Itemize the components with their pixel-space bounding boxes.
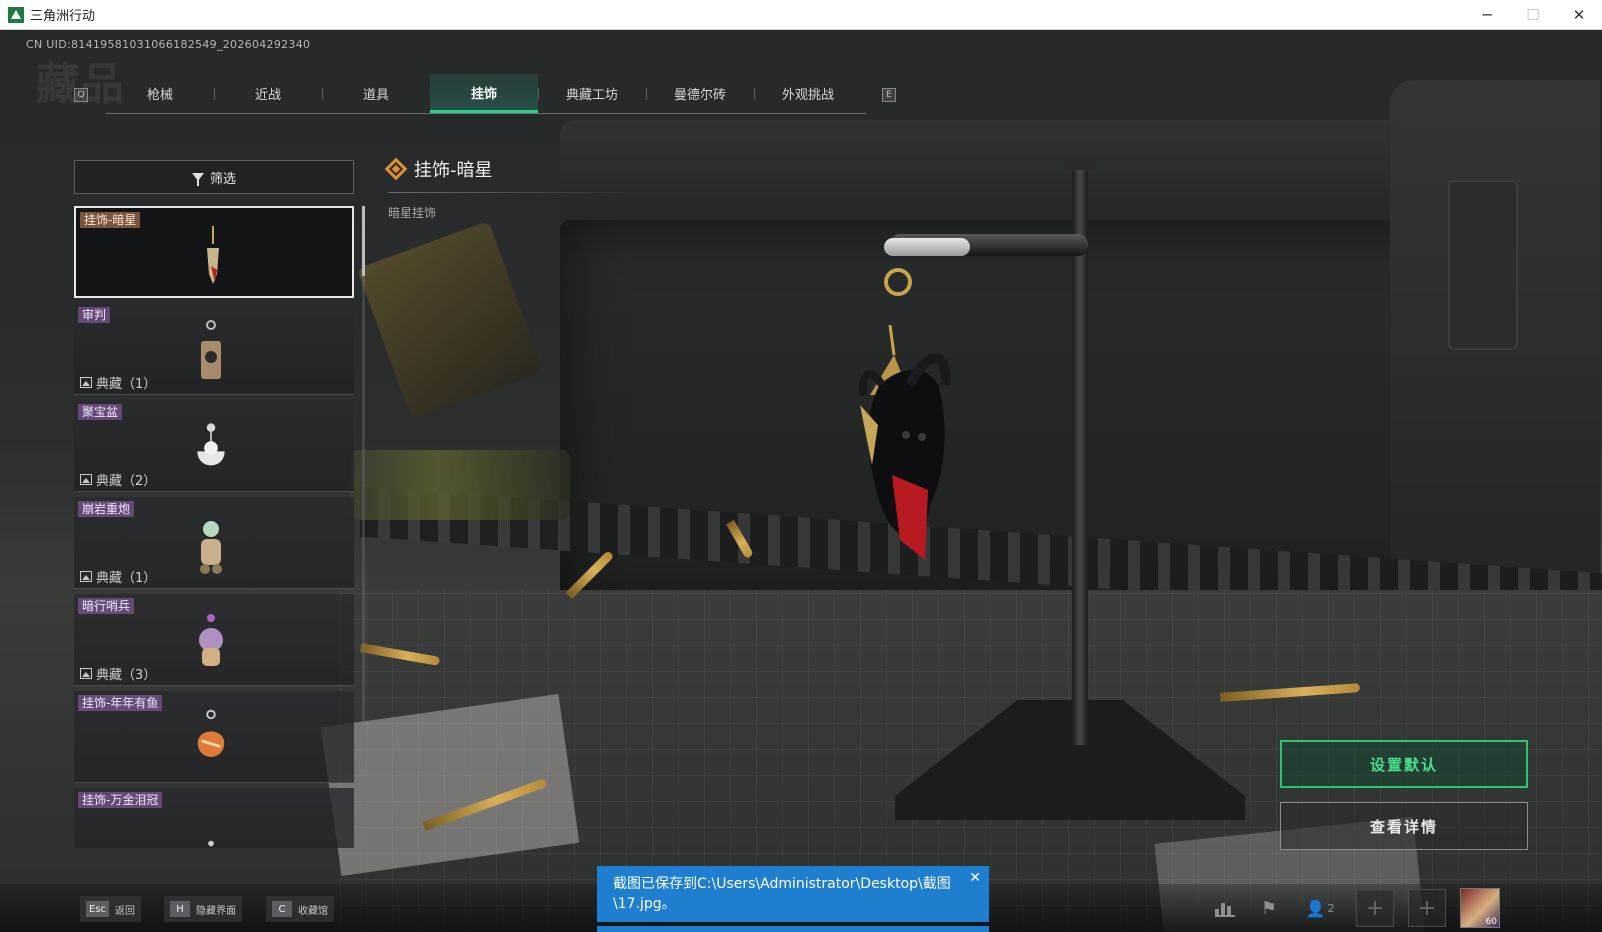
bottom-right-toolbar: ⚑ 👤 2 + + 60 <box>1210 888 1500 928</box>
add-teammate-slot[interactable]: + <box>1408 889 1446 927</box>
prev-tab-key-hint[interactable]: Q <box>74 88 88 102</box>
view-details-button[interactable]: 查看详情 <box>1280 802 1528 850</box>
hint-hide-ui[interactable]: H 隐藏界面 <box>164 896 242 922</box>
item-count: 典藏（3） <box>80 664 156 683</box>
toast-message: 截图已保存到C:\Users\Administrator\Desktop\截图\… <box>613 876 951 912</box>
list-item[interactable]: 审判 典藏（1） <box>74 303 354 395</box>
list-item[interactable]: 暗行哨兵 典藏（3） <box>74 594 354 686</box>
key-c: C <box>272 901 292 917</box>
list-item[interactable]: 挂饰-暗星 <box>74 206 354 298</box>
stand-arm-tip <box>884 238 970 256</box>
filter-label: 筛选 <box>209 171 236 187</box>
collection-image-icon <box>80 474 92 485</box>
charm-thumbnail-icon <box>196 224 230 288</box>
item-count: 典藏（1） <box>80 567 156 586</box>
hint-collection-hall[interactable]: C 收藏馆 <box>266 896 334 922</box>
item-name: 崩岩重炮 <box>78 501 135 517</box>
item-name: 暗行哨兵 <box>78 598 135 614</box>
item-name: 审判 <box>78 307 111 323</box>
app-logo-icon <box>8 6 24 23</box>
item-count: 典藏（2） <box>80 470 156 489</box>
list-scrollbar-thumb[interactable] <box>362 206 365 276</box>
charm-thumbnail-icon <box>194 416 228 480</box>
toast-close-icon[interactable]: ✕ <box>969 868 981 888</box>
charm-thumbnail-icon <box>194 804 228 848</box>
detail-title: 挂饰-暗星 <box>414 160 493 181</box>
item-name: 挂饰-万金泪冠 <box>78 792 163 808</box>
rarity-diamond-icon <box>384 157 408 181</box>
list-item[interactable]: 挂饰-年年有鱼 <box>74 691 354 783</box>
category-tabs: 枪械 近战 道具 挂饰 典藏工坊 曼德尔砖 外观挑战 <box>106 74 866 114</box>
charm-ring <box>884 268 912 296</box>
set-default-button[interactable]: 设置默认 <box>1280 740 1528 788</box>
charm-list[interactable]: 挂饰-暗星 审判 典藏（1） 聚宝盆 典藏（2） 崩岩重炮 典藏（1） 暗行哨兵… <box>74 206 354 848</box>
detail-header: 挂饰-暗星 <box>384 156 493 182</box>
player-level: 60 <box>1485 917 1497 927</box>
item-count-text: 典藏（1） <box>96 377 157 392</box>
spray-can <box>350 450 570 520</box>
hint-label: 隐藏界面 <box>196 905 236 917</box>
uid-label: CN UID:8141958103106618254​9_20260429234… <box>26 38 311 51</box>
tab-collection-workshop[interactable]: 典藏工坊 <box>538 74 646 113</box>
charm-thumbnail-icon <box>194 319 228 383</box>
item-count-text: 典藏（1） <box>96 571 157 586</box>
collection-image-icon <box>80 571 92 582</box>
app-root: 三角洲行动 ─ ☐ ✕ 藏品 CN UID:814195810310661825… <box>0 0 1602 932</box>
item-name: 挂饰-年年有鱼 <box>78 695 163 711</box>
window-titlebar: 三角洲行动 ─ ☐ ✕ <box>0 0 1602 30</box>
tab-items[interactable]: 道具 <box>322 74 430 113</box>
close-window-button[interactable]: ✕ <box>1556 0 1602 30</box>
tab-charms[interactable]: 挂饰 <box>430 74 538 113</box>
detail-divider <box>388 192 650 193</box>
crate-latch <box>1448 180 1518 350</box>
tab-melee[interactable]: 近战 <box>214 74 322 113</box>
item-count: 典藏（1） <box>80 373 156 392</box>
charm-thumbnail-icon <box>194 610 228 674</box>
list-scrollbar[interactable] <box>362 206 365 848</box>
flag-icon[interactable]: ⚑ <box>1254 893 1284 923</box>
background-gun <box>356 220 544 420</box>
window-title: 三角洲行动 <box>30 9 96 24</box>
party-members-icon[interactable]: 👤 2 <box>1298 893 1342 923</box>
dark-star-charm-model[interactable] <box>850 325 960 575</box>
stats-icon[interactable] <box>1210 893 1240 923</box>
add-teammate-slot[interactable]: + <box>1356 889 1394 927</box>
detail-description: 暗星挂饰 <box>388 206 437 220</box>
list-item[interactable]: 崩岩重炮 典藏（1） <box>74 497 354 589</box>
maximize-button[interactable]: ☐ <box>1510 0 1556 30</box>
hint-back[interactable]: Esc 返回 <box>80 896 142 922</box>
list-item[interactable]: 聚宝盆 典藏（2） <box>74 400 354 492</box>
screenshot-saved-toast: 截图已保存到C:\Users\Administrator\Desktop\截图\… <box>597 866 989 922</box>
filter-button[interactable]: 筛选 <box>74 160 354 194</box>
filter-icon <box>191 173 204 186</box>
item-name: 聚宝盆 <box>78 404 123 420</box>
tab-firearms[interactable]: 枪械 <box>106 74 214 113</box>
item-count-text: 典藏（2） <box>96 474 157 489</box>
stand-cap <box>1064 160 1096 170</box>
window-controls: ─ ☐ ✕ <box>1464 0 1602 30</box>
party-count: 2 <box>1327 901 1335 915</box>
key-h: H <box>170 901 190 917</box>
charm-thumbnail-icon <box>194 707 228 771</box>
tab-mandel-bricks[interactable]: 曼德尔砖 <box>646 74 754 113</box>
next-tab-key-hint[interactable]: E <box>882 88 896 102</box>
hint-label: 收藏馆 <box>298 905 328 917</box>
item-name: 挂饰-暗星 <box>80 212 141 228</box>
item-count-text: 典藏（3） <box>96 668 157 683</box>
key-esc: Esc <box>86 901 110 917</box>
collection-image-icon <box>80 377 92 388</box>
tab-appearance-challenge[interactable]: 外观挑战 <box>754 74 862 113</box>
hint-label: 返回 <box>115 905 136 917</box>
toast-progress-bar <box>597 926 989 932</box>
player-avatar[interactable]: 60 <box>1460 888 1500 928</box>
charm-thumbnail-icon <box>194 513 228 577</box>
collection-image-icon <box>80 668 92 679</box>
minimize-button[interactable]: ─ <box>1464 0 1510 30</box>
list-item[interactable]: 挂饰-万金泪冠 <box>74 788 354 848</box>
